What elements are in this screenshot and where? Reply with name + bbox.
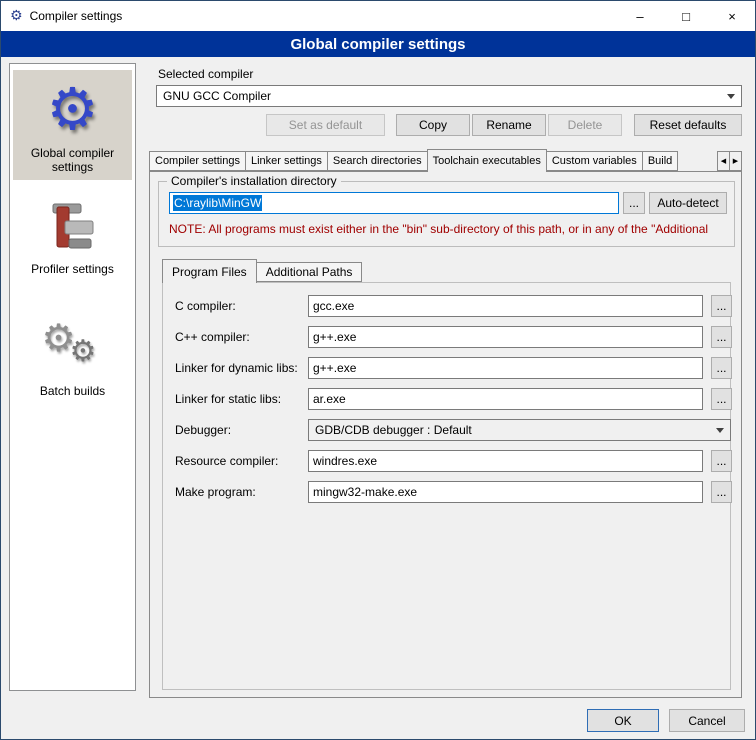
selected-compiler-label: Selected compiler bbox=[158, 67, 253, 81]
sidebar-item-profiler-settings[interactable]: Profiler settings bbox=[13, 196, 132, 282]
linker-dynamic-row: Linker for dynamic libs: ... bbox=[175, 357, 728, 379]
sidebar-item-batch-builds[interactable]: ⚙⚙ Batch builds bbox=[13, 310, 132, 404]
linker-static-input[interactable] bbox=[308, 388, 703, 410]
set-as-default-button[interactable]: Set as default bbox=[266, 114, 385, 136]
maximize-button[interactable]: □ bbox=[663, 1, 709, 31]
window-title: Compiler settings bbox=[30, 9, 123, 23]
field-label: Debugger: bbox=[175, 423, 308, 437]
field-label: C++ compiler: bbox=[175, 330, 308, 344]
selected-compiler-dropdown[interactable]: GNU GCC Compiler bbox=[156, 85, 742, 107]
titlebar: ⚙ Compiler settings – □ × bbox=[1, 1, 755, 31]
resource-compiler-row: Resource compiler: ... bbox=[175, 450, 728, 472]
build-options-tab[interactable]: Build bbox=[642, 151, 678, 171]
field-label: Make program: bbox=[175, 485, 308, 499]
close-button[interactable]: × bbox=[709, 1, 755, 31]
debugger-dropdown[interactable]: GDB/CDB debugger : Default bbox=[308, 419, 731, 441]
program-files-tabbar: Program Files Additional Paths bbox=[162, 259, 361, 283]
compiler-settings-window: { "window": { "title": "Compiler setting… bbox=[0, 0, 756, 740]
browse-button[interactable]: ... bbox=[623, 192, 645, 214]
linker-dynamic-input[interactable] bbox=[308, 357, 703, 379]
c-compiler-input[interactable] bbox=[308, 295, 703, 317]
c-compiler-row: C compiler: ... bbox=[175, 295, 728, 317]
toolchain-executables-panel: Compiler's installation directory C:\ray… bbox=[149, 171, 742, 698]
selected-compiler-value: GNU GCC Compiler bbox=[163, 89, 721, 103]
chevron-down-icon bbox=[727, 94, 735, 99]
browse-button[interactable]: ... bbox=[711, 326, 732, 348]
custom-variables-tab[interactable]: Custom variables bbox=[546, 151, 643, 171]
chevron-down-icon bbox=[716, 428, 724, 433]
debugger-row: Debugger: GDB/CDB debugger : Default bbox=[175, 419, 728, 441]
installation-directory-input[interactable]: C:\raylib\MinGW bbox=[169, 192, 619, 214]
linker-settings-tab[interactable]: Linker settings bbox=[245, 151, 328, 171]
debugger-value: GDB/CDB debugger : Default bbox=[315, 423, 710, 437]
make-program-row: Make program: ... bbox=[175, 481, 728, 503]
browse-button[interactable]: ... bbox=[711, 295, 732, 317]
note-text: NOTE: All programs must exist either in … bbox=[169, 222, 731, 236]
make-program-input[interactable] bbox=[308, 481, 703, 503]
additional-paths-tab[interactable]: Additional Paths bbox=[256, 262, 363, 282]
caption-buttons: – □ × bbox=[617, 1, 755, 31]
gear-icon: ⚙ bbox=[47, 76, 99, 142]
program-files-tab[interactable]: Program Files bbox=[162, 259, 257, 283]
program-files-panel: C compiler: ... C++ compiler: ... Linker… bbox=[162, 282, 731, 690]
search-directories-tab[interactable]: Search directories bbox=[327, 151, 428, 171]
installation-directory-row: C:\raylib\MinGW ... Auto-detect bbox=[169, 192, 727, 214]
auto-detect-button[interactable]: Auto-detect bbox=[649, 192, 727, 214]
installation-directory-legend: Compiler's installation directory bbox=[167, 174, 341, 188]
field-label: Resource compiler: bbox=[175, 454, 308, 468]
cpp-compiler-row: C++ compiler: ... bbox=[175, 326, 728, 348]
tab-scroll-right-button[interactable]: ▶ bbox=[729, 151, 742, 171]
browse-button[interactable]: ... bbox=[711, 450, 732, 472]
minimize-button[interactable]: – bbox=[617, 1, 663, 31]
cancel-button[interactable]: Cancel bbox=[669, 709, 745, 732]
browse-button[interactable]: ... bbox=[711, 481, 732, 503]
sidebar-item-label: Profiler settings bbox=[31, 262, 114, 276]
profiler-icon bbox=[50, 202, 96, 258]
sidebar-item-label: Global compiler settings bbox=[15, 146, 130, 174]
reset-defaults-button[interactable]: Reset defaults bbox=[634, 114, 742, 136]
field-label: Linker for static libs: bbox=[175, 392, 308, 406]
ok-button[interactable]: OK bbox=[587, 709, 659, 732]
batch-builds-gears-icon: ⚙⚙ bbox=[38, 316, 108, 380]
app-icon: ⚙ bbox=[10, 9, 23, 23]
field-label: C compiler: bbox=[175, 299, 308, 313]
browse-button[interactable]: ... bbox=[711, 357, 732, 379]
page-title: Global compiler settings bbox=[290, 36, 465, 53]
cpp-compiler-input[interactable] bbox=[308, 326, 703, 348]
tab-scroll-controls: ◀ ▶ bbox=[718, 151, 742, 171]
dialog-header-banner: Global compiler settings bbox=[1, 31, 755, 57]
settings-tabbar: Compiler settings Linker settings Search… bbox=[149, 149, 742, 172]
linker-static-row: Linker for static libs: ... bbox=[175, 388, 728, 410]
browse-button[interactable]: ... bbox=[711, 388, 732, 410]
sidebar-item-global-compiler-settings[interactable]: ⚙ Global compiler settings bbox=[13, 70, 132, 180]
delete-button[interactable]: Delete bbox=[548, 114, 622, 136]
sidebar-item-label: Batch builds bbox=[40, 384, 105, 398]
compiler-settings-tab[interactable]: Compiler settings bbox=[149, 151, 246, 171]
copy-button[interactable]: Copy bbox=[396, 114, 470, 136]
installation-directory-group: Compiler's installation directory C:\ray… bbox=[158, 181, 735, 247]
toolchain-executables-tab[interactable]: Toolchain executables bbox=[427, 149, 547, 172]
resource-compiler-input[interactable] bbox=[308, 450, 703, 472]
field-label: Linker for dynamic libs: bbox=[175, 361, 308, 375]
selected-path-text: C:\raylib\MinGW bbox=[173, 195, 262, 211]
settings-category-list: ⚙ Global compiler settings Profiler sett… bbox=[9, 63, 136, 691]
rename-button[interactable]: Rename bbox=[472, 114, 546, 136]
